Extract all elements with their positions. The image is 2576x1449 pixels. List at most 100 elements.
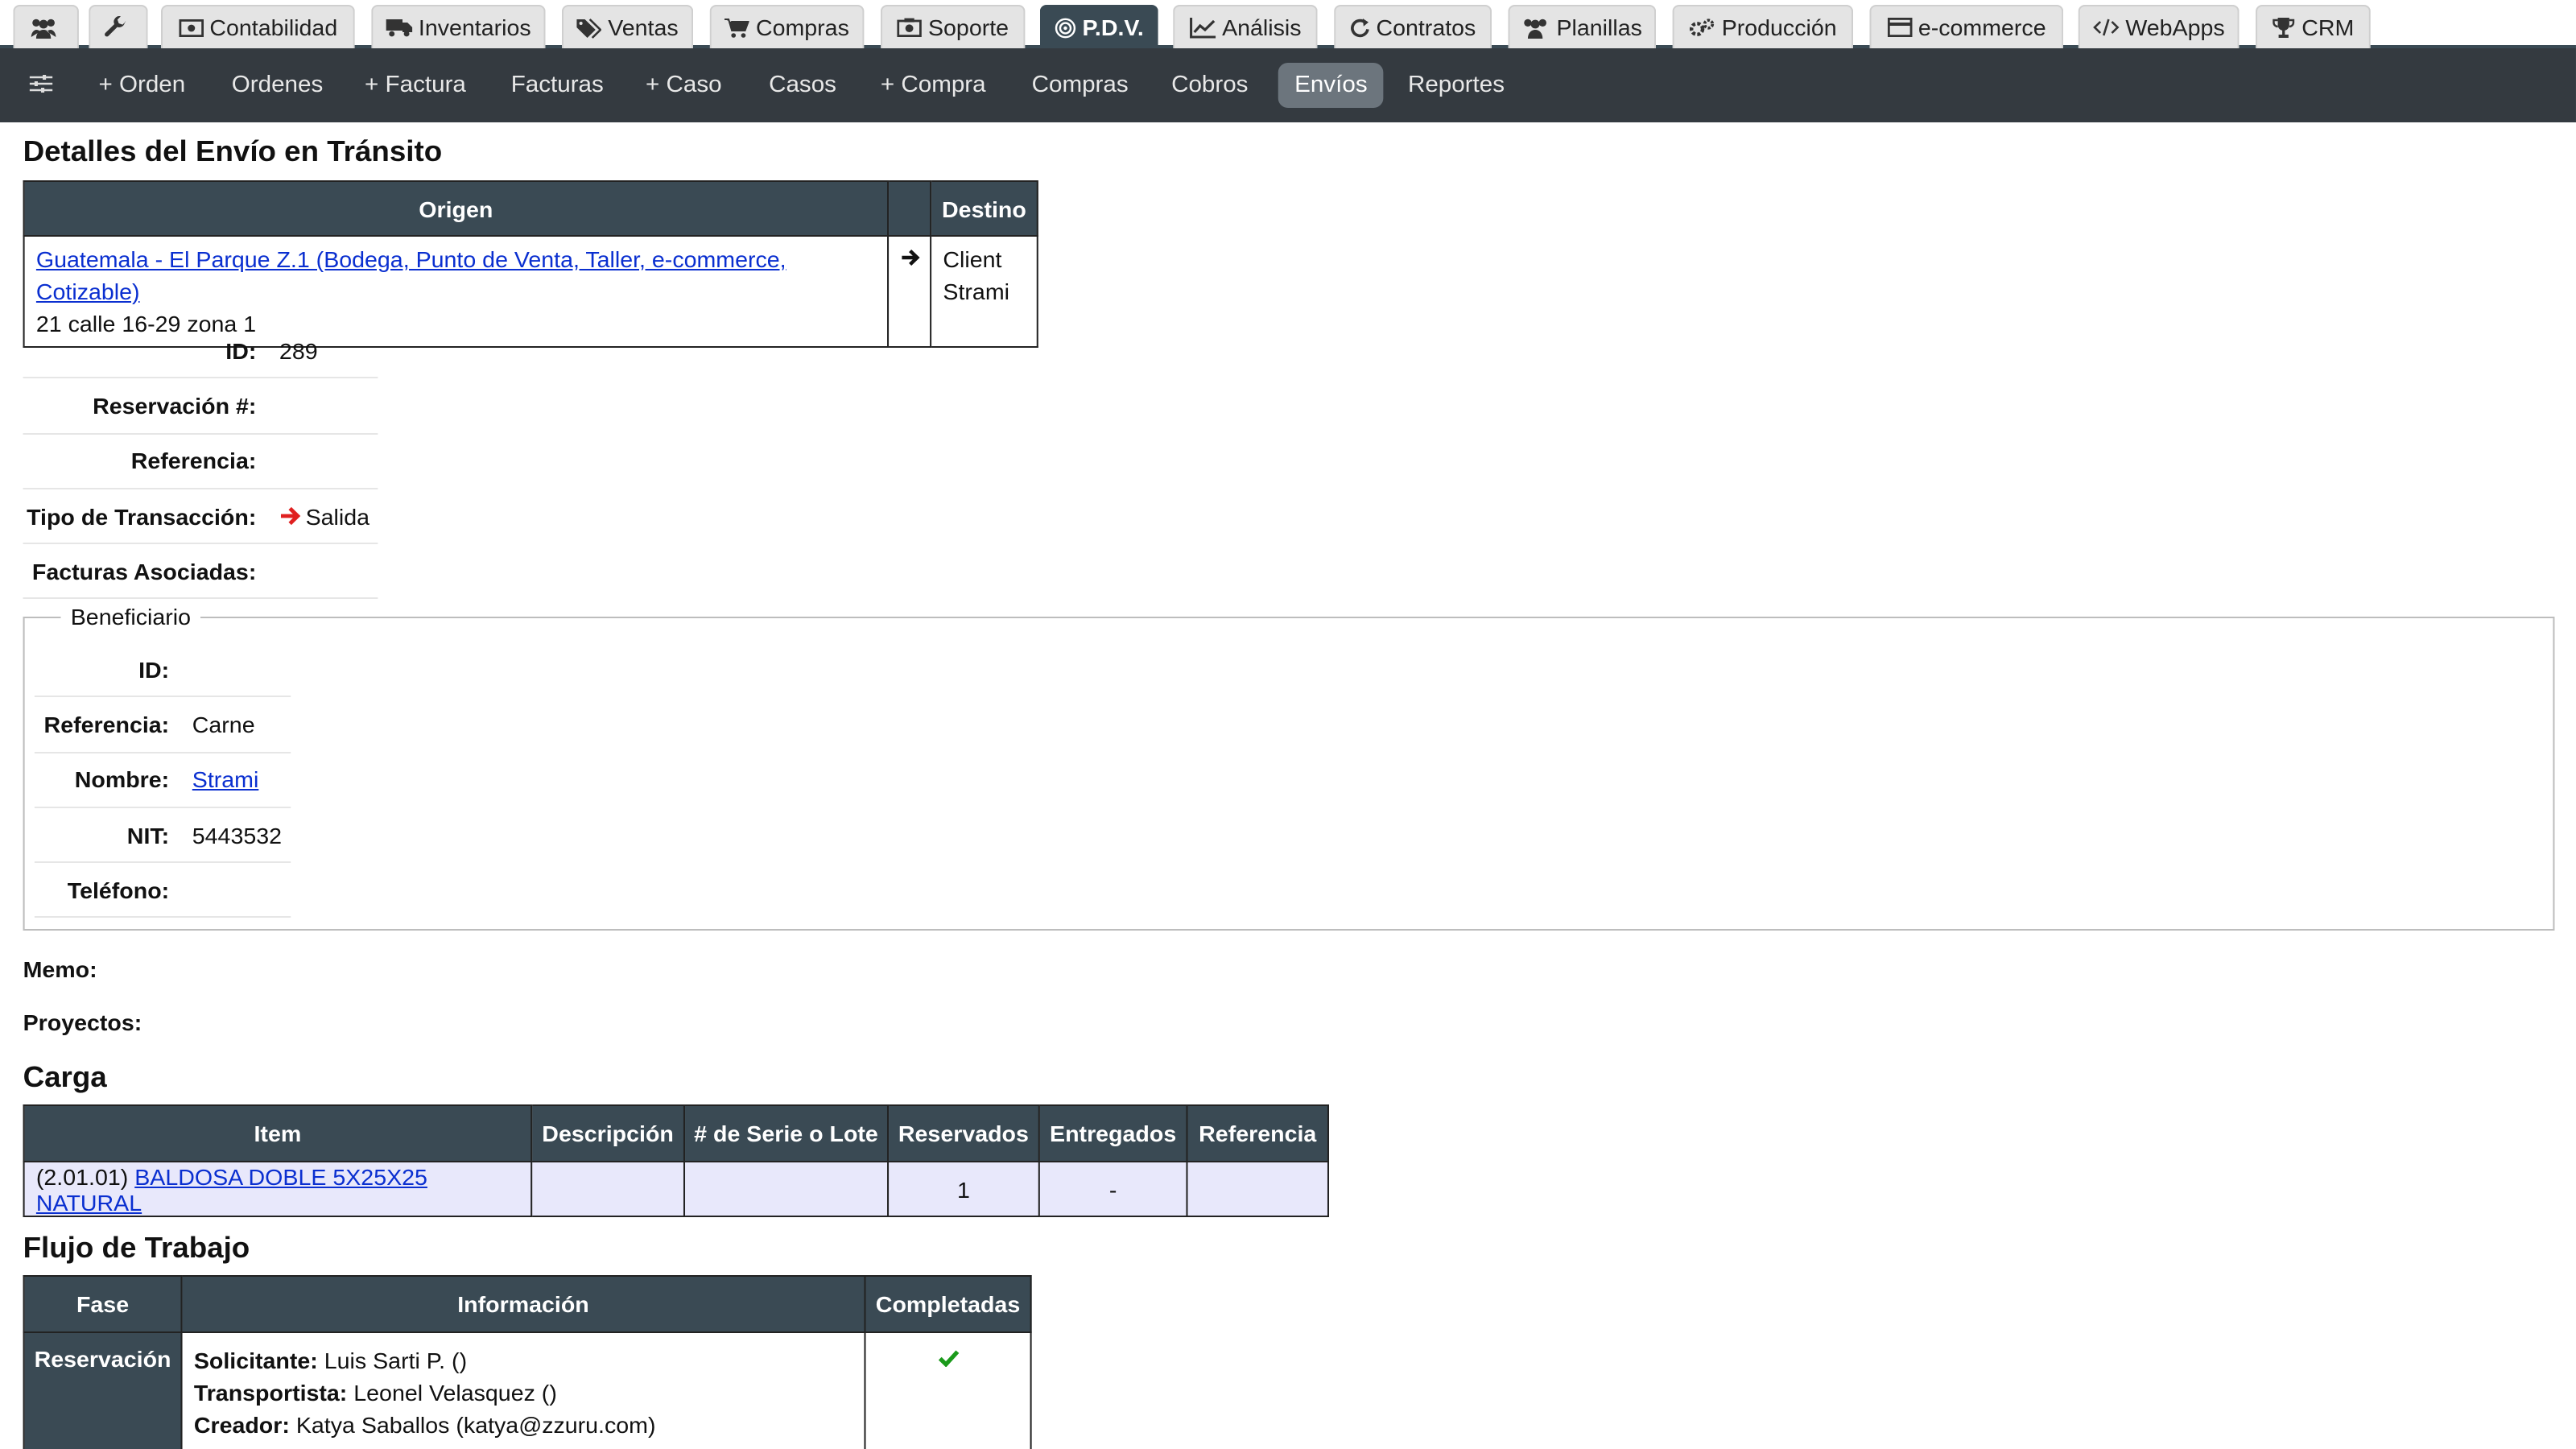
creador-label: Creador:	[193, 1412, 290, 1438]
tab-label: Contratos	[1376, 14, 1476, 40]
camera-icon	[897, 18, 922, 37]
chart-icon	[1189, 17, 1216, 38]
shipment-details: ID: 289 Reservación #: Referencia: Tipo d…	[23, 324, 378, 600]
col-informacion: Información	[180, 1275, 866, 1333]
sub-navigation: + Orden Ordenes + Factura Facturas + Cas…	[0, 48, 2576, 122]
tab-label: Compras	[755, 14, 849, 40]
cart-icon	[724, 18, 749, 37]
beneficiary-legend: Beneficiario	[60, 604, 201, 630]
creador-value: Katya Saballos (katya@zzuru.com)	[295, 1412, 656, 1438]
col-descripcion: Descripción	[530, 1104, 686, 1162]
solicitante-value: Luis Sarti P. ()	[324, 1348, 468, 1373]
page-title: Detalles del Envío en Tránsito	[23, 135, 443, 167]
tab-analisis[interactable]: Análisis	[1173, 5, 1318, 48]
nav-nueva-factura[interactable]: + Factura	[349, 63, 483, 108]
truck-icon	[386, 19, 412, 37]
tab-label: Análisis	[1222, 14, 1302, 40]
tab-planillas[interactable]: Planillas	[1508, 5, 1657, 48]
code-icon	[2092, 19, 2119, 36]
beneficiary-ref-value: Carne	[192, 711, 255, 737]
item-code: (2.01.01)	[35, 1163, 129, 1189]
tab-ventas[interactable]: Ventas	[561, 5, 694, 48]
destination-cell: Client Strami	[930, 235, 1038, 348]
destination-header: Destino	[930, 180, 1038, 237]
trophy-icon	[2273, 17, 2295, 37]
nav-nueva-compra[interactable]: + Compra	[864, 63, 1002, 108]
gears-icon	[1689, 18, 1715, 36]
tags-icon	[576, 18, 602, 38]
origin-header: Origen	[23, 180, 890, 237]
tab-soporte[interactable]: Soporte	[880, 5, 1026, 48]
tab-inventarios[interactable]: Inventarios	[371, 5, 546, 48]
tab-label: P.D.V.	[1082, 14, 1144, 40]
transaction-type-value: Salida	[279, 503, 369, 529]
item-cell: (2.01.01) BALDOSA DOBLE 5X25X25 NATURAL	[23, 1161, 533, 1217]
beneficiary-name-link[interactable]: Strami	[192, 766, 259, 792]
beneficiary-name-label: Nombre:	[74, 766, 170, 793]
table-row: (2.01.01) BALDOSA DOBLE 5X25X25 NATURAL …	[23, 1161, 1330, 1217]
reference-cell	[1186, 1161, 1330, 1217]
tab-contratos[interactable]: Contratos	[1334, 5, 1492, 48]
info-line-transportista: Transportista: Leonel Velasquez ()	[194, 1377, 852, 1409]
card-icon	[1887, 18, 1912, 37]
tab-label: Soporte	[927, 14, 1009, 40]
tab-label: Planillas	[1556, 14, 1642, 40]
tab-tools[interactable]	[89, 5, 148, 48]
transportista-value: Leonel Velasquez ()	[353, 1380, 557, 1406]
serial-cell	[683, 1161, 890, 1217]
nav-cobros[interactable]: Cobros	[1155, 63, 1265, 108]
transaction-type-text: Salida	[305, 503, 370, 530]
workflow-table: Fase Información Completadas Reservación…	[23, 1275, 1032, 1449]
reservation-label: Reservación #:	[93, 392, 257, 419]
nav-casos[interactable]: Casos	[753, 63, 853, 108]
nav-facturas[interactable]: Facturas	[494, 63, 620, 108]
destination-line1: Client	[943, 246, 1002, 272]
id-label: ID:	[225, 337, 257, 364]
beneficiary-phone-label: Teléfono:	[67, 877, 170, 903]
origin-warehouse-link[interactable]: Guatemala - El Parque Z.1 (Bodega, Punto…	[36, 246, 786, 304]
tab-webapps[interactable]: WebApps	[2078, 5, 2240, 48]
cargo-table: Item Descripción # de Serie o Lote Reser…	[23, 1104, 1330, 1217]
nav-reportes[interactable]: Reportes	[1392, 63, 1521, 108]
users-icon	[30, 18, 56, 38]
info-line-solicitante: Solicitante: Luis Sarti P. ()	[194, 1344, 852, 1377]
invoices-label: Facturas Asociadas:	[31, 558, 257, 584]
tab-produccion[interactable]: Producción	[1672, 5, 1854, 48]
arrow-cell	[887, 235, 932, 348]
tab-label: Inventarios	[418, 14, 531, 40]
money-icon	[178, 19, 204, 36]
nav-compras[interactable]: Compras	[1015, 63, 1145, 108]
info-cell: Solicitante: Luis Sarti P. () Transporti…	[180, 1331, 866, 1449]
tab-contabilidad[interactable]: Contabilidad	[160, 5, 355, 48]
nav-nueva-orden[interactable]: + Orden	[82, 63, 202, 108]
beneficiary-nit-value: 5443532	[192, 822, 283, 848]
refresh-icon	[1350, 18, 1369, 37]
tab-users[interactable]	[13, 5, 79, 48]
workflow-title: Flujo de Trabajo	[23, 1232, 250, 1264]
tab-crm[interactable]: CRM	[2256, 5, 2371, 48]
tab-label: WebApps	[2125, 14, 2225, 40]
col-entregados: Entregados	[1038, 1104, 1188, 1162]
sliders-icon	[29, 75, 53, 93]
tab-label: Contabilidad	[209, 14, 338, 40]
delivered-cell: -	[1038, 1161, 1188, 1217]
sliders-menu-button[interactable]	[13, 63, 68, 108]
nav-envios[interactable]: Envíos	[1278, 63, 1385, 108]
tab-pdv[interactable]: P.D.V.	[1039, 5, 1158, 48]
col-item: Item	[23, 1104, 533, 1162]
nav-ordenes[interactable]: Ordenes	[215, 63, 339, 108]
destination-line2: Strami	[943, 279, 1009, 304]
tab-compras[interactable]: Compras	[709, 5, 865, 48]
tab-label: Ventas	[608, 14, 679, 40]
completed-cell	[864, 1331, 1032, 1449]
beneficiary-nit-label: NIT:	[126, 822, 170, 848]
tab-ecommerce[interactable]: e-commerce	[1869, 5, 2064, 48]
col-serie: # de Serie o Lote	[683, 1104, 890, 1162]
module-tabs-bar: Contabilidad Inventarios Ventas Compras …	[0, 0, 2576, 48]
col-reservados: Reservados	[887, 1104, 1040, 1162]
tab-label: Producción	[1721, 14, 1837, 40]
beneficiary-details: ID: Referencia: Carne Nombre: Strami NIT: 5…	[34, 642, 291, 919]
red-arrow-right-icon	[280, 506, 301, 526]
nav-nuevo-caso[interactable]: + Caso	[630, 63, 738, 108]
cargo-title: Carga	[23, 1061, 107, 1093]
